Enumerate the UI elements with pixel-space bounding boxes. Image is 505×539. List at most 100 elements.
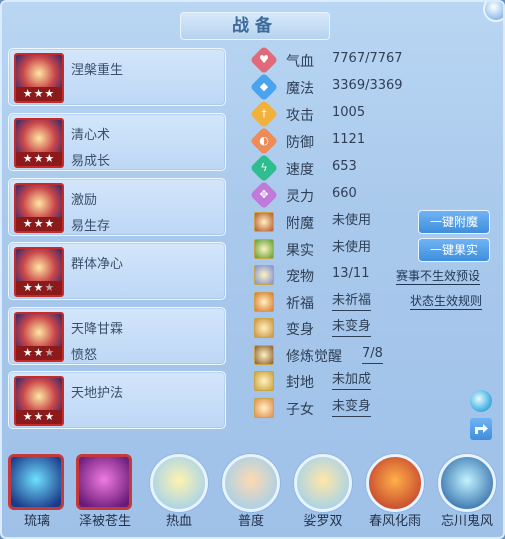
phoenix-rebirth-icon: ★★★ [14, 53, 64, 103]
stat-row: ♥ 气血 7767/7767 [249, 45, 502, 75]
share-arrow-icon [475, 424, 488, 434]
cultivation-icon [254, 344, 274, 365]
auto-enchant-button[interactable]: 一键附魔 [418, 210, 490, 234]
status-value: 未使用 [332, 239, 372, 255]
status-value[interactable]: 未变身 [332, 319, 372, 337]
status-value[interactable]: 未加成 [332, 372, 372, 390]
stat-value: 1005 [332, 105, 366, 120]
skill-name: 涅槃重生 [71, 63, 124, 78]
status-row: 修炼觉醒 7/8 [252, 343, 502, 367]
children-icon [254, 397, 274, 418]
status-label: 封地 [286, 375, 314, 391]
refresh-icon[interactable] [470, 390, 492, 412]
status-label: 果实 [286, 242, 314, 259]
fruit-icon [254, 238, 274, 259]
ghost-wind-icon [438, 454, 496, 512]
blessing-hand-icon [76, 454, 132, 510]
blessing-icon [254, 291, 274, 312]
spirit-icon: ✥ [249, 180, 279, 210]
status-label: 附魔 [286, 216, 314, 232]
stat-row: ϟ 速度 653 [249, 153, 502, 183]
bottom-skill-label: 春风化雨 [368, 514, 421, 529]
skill-trait: 愤怒 [71, 348, 98, 363]
group-purify-icon: ★★★ [14, 247, 64, 297]
spring-rain-icon [366, 454, 424, 512]
status-row: 变身 未变身 [252, 316, 502, 340]
star-rating: ★★★ [16, 217, 62, 231]
star-rating: ★★★ [16, 87, 62, 101]
skill-card[interactable]: ★★★ 天地护法 [8, 371, 226, 429]
stat-label: 速度 [286, 162, 314, 178]
speed-icon: ϟ [249, 153, 279, 183]
stat-label: 魔法 [286, 81, 314, 97]
sal-tree-icon [294, 454, 352, 512]
stat-label: 攻击 [286, 108, 314, 124]
close-gem-icon[interactable] [483, 2, 503, 22]
stat-row: ◆ 魔法 3369/3369 [249, 72, 502, 102]
skill-card[interactable]: ★★★ 天降甘霖 愤怒 [8, 307, 226, 365]
status-label: 子女 [286, 401, 314, 418]
skill-card[interactable]: ★★★ 群体净心 [8, 242, 226, 300]
attack-icon: † [249, 99, 279, 129]
stat-value: 660 [332, 186, 357, 201]
defense-icon: ◐ [249, 126, 279, 156]
bottom-skill-label: 忘川鬼风 [440, 514, 493, 529]
fief-icon [254, 371, 274, 391]
stat-row: † 攻击 1005 [249, 99, 502, 129]
status-label: 变身 [286, 322, 314, 338]
mp-icon: ◆ [249, 72, 279, 102]
stat-label: 灵力 [286, 189, 314, 205]
status-rules-link[interactable]: 状态生效规则 [410, 293, 483, 310]
hp-icon: ♥ [249, 45, 279, 75]
stat-value: 653 [332, 159, 357, 174]
status-label: 宠物 [286, 269, 314, 285]
star-rating: ★★★ [16, 152, 62, 166]
share-icon[interactable] [470, 418, 492, 440]
bottom-skill[interactable] [436, 452, 498, 514]
bottom-skill-label: 泽被苍生 [78, 514, 131, 529]
bottom-skill-label: 普度 [237, 514, 264, 529]
guardian-icon: ★★★ [14, 376, 64, 426]
status-value[interactable]: 7/8 [362, 346, 383, 364]
skill-card[interactable]: ★★★ 涅槃重生 [8, 48, 226, 106]
bottom-skill[interactable] [6, 452, 68, 514]
bottom-skill[interactable] [220, 452, 282, 514]
heavenly-rain-icon: ★★★ [14, 312, 64, 362]
mind-purify-icon: ★★★ [14, 118, 64, 168]
bottom-skill-bar: 琉璃 泽被苍生 热血 普度 娑罗双 春风化雨 忘川鬼风 [2, 444, 503, 537]
status-value: 13/11 [332, 266, 370, 281]
inspire-icon: ★★★ [14, 183, 64, 233]
pet-icon [254, 265, 274, 285]
status-value[interactable]: 未祈福 [332, 293, 372, 311]
status-label: 修炼觉醒 [286, 348, 342, 365]
battle-prep-panel: 战备 ★★★ 涅槃重生 ★★★ 清心术 易成长 ★★★ 激励 易生存 ★★★ 群… [0, 0, 505, 539]
star-rating: ★★★ [16, 346, 62, 360]
stat-value: 7767/7767 [332, 51, 403, 66]
stat-value: 1121 [332, 132, 366, 147]
skill-name: 天地护法 [71, 386, 124, 401]
bottom-skill[interactable] [74, 452, 136, 514]
status-row: 封地 未加成 [252, 369, 502, 393]
stat-row: ◐ 防御 1121 [249, 126, 502, 156]
bottom-skill[interactable] [148, 452, 210, 514]
bottom-skill[interactable] [364, 452, 426, 514]
skill-trait: 易生存 [71, 219, 111, 234]
stat-row: ✥ 灵力 660 [249, 180, 502, 210]
transform-icon [254, 318, 274, 338]
status-row: 子女 未变身 [252, 396, 502, 420]
status-label: 祈福 [286, 295, 314, 312]
auto-fruit-button[interactable]: 一键果实 [418, 238, 490, 262]
skill-card[interactable]: ★★★ 激励 易生存 [8, 178, 226, 236]
skill-trait: 易成长 [71, 154, 111, 169]
salvation-icon [222, 454, 280, 512]
stat-label: 防御 [286, 135, 314, 151]
stat-label: 气血 [286, 54, 314, 70]
skill-card[interactable]: ★★★ 清心术 易成长 [8, 113, 226, 171]
star-rating: ★★★ [16, 410, 62, 424]
hot-blood-icon [150, 454, 208, 512]
bottom-skill[interactable] [292, 452, 354, 514]
event-preset-link[interactable]: 赛事不生效预设 [396, 268, 481, 285]
status-value: 未使用 [332, 213, 372, 228]
enchant-icon [254, 212, 274, 232]
status-value[interactable]: 未变身 [332, 399, 372, 417]
